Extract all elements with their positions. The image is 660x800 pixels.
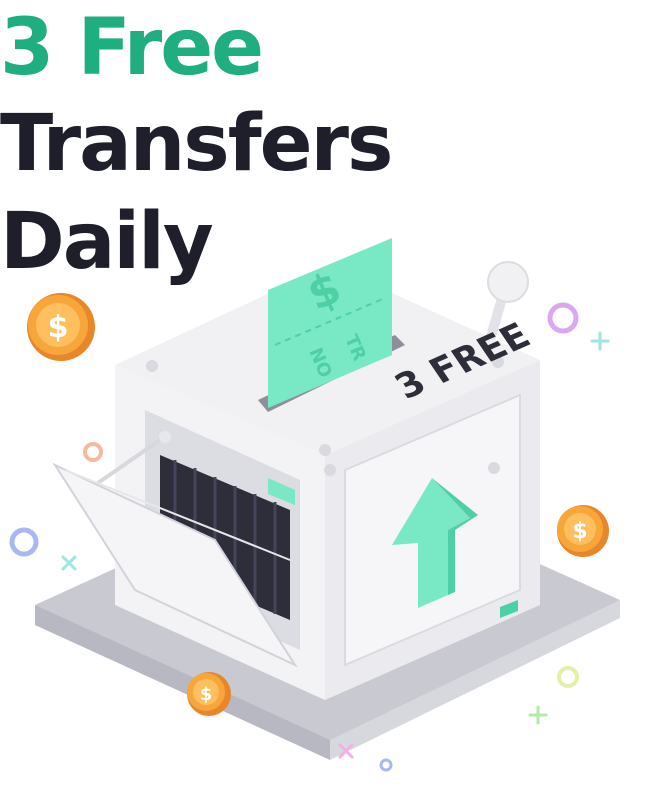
coin-right: $ xyxy=(557,505,609,557)
headline-rest: Transfers xyxy=(0,99,393,189)
coin-top-left: $ xyxy=(27,293,95,361)
headline-number: 3 xyxy=(0,3,54,93)
coin-dollar-icon: $ xyxy=(48,310,69,345)
transfer-machine-illustration: $ TR NO 3 FREE $ $ $ xyxy=(9,238,620,772)
coin-bottom: $ xyxy=(187,672,231,716)
coin-dollar-icon: $ xyxy=(572,519,587,544)
headline-accent-word: Free xyxy=(77,3,264,93)
coin-dollar-icon: $ xyxy=(200,684,213,705)
